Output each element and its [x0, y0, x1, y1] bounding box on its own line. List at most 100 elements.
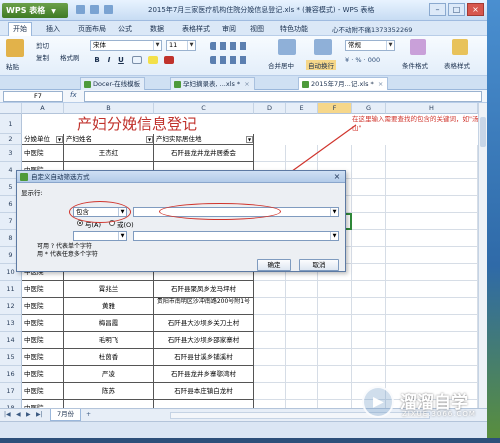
cell-unit[interactable]: 中医院 [22, 281, 64, 298]
empty-cell[interactable] [254, 400, 286, 408]
operator-select-2[interactable]: ▼ [73, 231, 127, 241]
doc-tab-docer[interactable]: Docer-在线模板 [80, 77, 146, 90]
empty-cell[interactable] [318, 281, 352, 298]
empty-cell[interactable] [352, 332, 386, 349]
empty-cell[interactable] [318, 349, 352, 366]
app-menu-button[interactable]: WPS 表格 ▼ [2, 3, 68, 18]
cell-name[interactable]: 严凌 [64, 366, 154, 383]
row-header[interactable]: 3 [0, 145, 22, 162]
ok-button[interactable]: 确定 [257, 259, 291, 271]
cell-addr[interactable]: 石阡县甘溪乡铺溪村 [154, 349, 254, 366]
tab-insert[interactable]: 插入 [46, 24, 60, 34]
cell-name[interactable]: 毛明飞 [64, 332, 154, 349]
cancel-button[interactable]: 取消 [299, 259, 339, 271]
empty-cell[interactable] [254, 383, 286, 400]
cell-name[interactable]: 梅昌霞 [64, 315, 154, 332]
cell-unit[interactable]: 中医院 [22, 349, 64, 366]
cell-unit[interactable]: 中医院 [22, 383, 64, 400]
scroll-thumb[interactable] [480, 117, 486, 147]
empty-cell[interactable] [318, 145, 352, 162]
merge-icon[interactable] [278, 39, 296, 55]
fx-icon[interactable]: fx [70, 91, 77, 99]
number-format-buttons[interactable]: ¥ · % · 000 [345, 56, 380, 64]
sheet-nav-first-icon[interactable]: |◀ [4, 411, 11, 418]
border-icon[interactable] [132, 56, 142, 64]
tab-features[interactable]: 特色功能 [280, 24, 308, 34]
save-icon[interactable] [76, 5, 85, 14]
fill-color-icon[interactable] [148, 56, 158, 64]
minimize-button[interactable]: – [429, 3, 446, 16]
empty-cell[interactable] [254, 298, 286, 315]
conditional-format-icon[interactable] [410, 39, 426, 55]
empty-cell[interactable] [254, 145, 286, 162]
empty-cell[interactable] [352, 366, 386, 383]
empty-cell[interactable] [254, 281, 286, 298]
underline-button[interactable]: U [116, 55, 126, 65]
cell-name[interactable]: 霄兆兰 [64, 281, 154, 298]
sheet-nav-last-icon[interactable]: ▶| [36, 411, 43, 418]
empty-cell[interactable] [386, 230, 478, 247]
wrap-icon[interactable] [314, 39, 332, 55]
empty-cell[interactable] [318, 315, 352, 332]
row-header[interactable]: 14 [0, 332, 22, 349]
empty-cell[interactable] [352, 179, 386, 196]
copy-button[interactable]: 复制 [36, 52, 49, 62]
cell-addr[interactable]: 石阡县本庄镇白龙村 [154, 383, 254, 400]
empty-cell[interactable] [318, 400, 352, 408]
redo-icon[interactable] [104, 5, 113, 14]
cell-name[interactable] [64, 400, 154, 408]
cell-addr[interactable]: 石阡县龙井乡寨鄂湾村 [154, 366, 254, 383]
empty-cell[interactable] [318, 332, 352, 349]
font-size-select[interactable]: 11 ▼ [166, 40, 196, 51]
cell-unit[interactable]: 中医院 [22, 400, 64, 408]
empty-cell[interactable] [386, 349, 478, 366]
empty-cell[interactable] [286, 315, 318, 332]
close-tab-icon[interactable]: × [244, 80, 249, 88]
font-name-select[interactable]: 宋体 ▼ [90, 40, 162, 51]
formula-input[interactable] [84, 91, 482, 102]
tab-table-style[interactable]: 表格样式 [182, 24, 210, 34]
filter-dropdown-icon[interactable]: ▼ [56, 136, 63, 143]
empty-cell[interactable] [352, 281, 386, 298]
empty-cell[interactable] [254, 332, 286, 349]
cell-unit[interactable]: 中医院 [22, 315, 64, 332]
empty-cell[interactable] [352, 230, 386, 247]
header-name[interactable]: 产妇姓名 [64, 134, 154, 145]
empty-cell[interactable] [352, 145, 386, 162]
wrap-text-button[interactable]: 自动换行 [306, 60, 336, 70]
close-button[interactable]: × [467, 3, 484, 16]
sheet-title[interactable]: 产妇分娩信息登记 [22, 114, 252, 134]
conditional-format-button[interactable]: 条件格式 [402, 60, 428, 70]
cell-name[interactable]: 黄雅 [64, 298, 154, 315]
col-header-g[interactable]: G [352, 103, 386, 114]
empty-cell[interactable] [386, 264, 478, 281]
col-header-h[interactable]: H [386, 103, 478, 114]
vertical-scrollbar[interactable] [478, 103, 487, 408]
empty-cell[interactable] [352, 162, 386, 179]
empty-cell[interactable] [286, 298, 318, 315]
paste-button[interactable]: 粘贴 [6, 61, 19, 71]
empty-cell[interactable] [386, 366, 478, 383]
sheet-nav-prev-icon[interactable]: ◀ [16, 411, 21, 418]
row-header[interactable]: 15 [0, 349, 22, 366]
doc-tab-extract[interactable]: 孕妇摘录表, ...xls * × [170, 77, 255, 90]
empty-cell[interactable] [318, 298, 352, 315]
tab-review[interactable]: 审阅 [222, 24, 236, 34]
empty-cell[interactable] [254, 315, 286, 332]
empty-cell[interactable] [352, 196, 386, 213]
cell-unit[interactable]: 中医院 [22, 145, 64, 162]
cut-button[interactable]: 剪切 [36, 40, 49, 50]
cell-addr[interactable]: 贵阳市南明区沙冲南路200号附1号 [154, 298, 254, 315]
row-header[interactable]: 2 [0, 134, 22, 145]
cell-unit[interactable]: 中医院 [22, 332, 64, 349]
empty-cell[interactable] [286, 366, 318, 383]
cell-addr[interactable]: 石阡县大沙坝乡关刀土村 [154, 315, 254, 332]
merge-center-button[interactable]: 合并居中 [268, 60, 294, 70]
header-address[interactable]: 产妇实际居住地 [154, 134, 254, 145]
tab-data[interactable]: 数据 [150, 24, 164, 34]
tab-home[interactable]: 开始 [8, 22, 32, 36]
cell-addr[interactable]: 石阡县聚凤乡龙马坪村 [154, 281, 254, 298]
empty-cell[interactable] [286, 383, 318, 400]
table-style-icon[interactable] [452, 39, 468, 55]
cell-addr[interactable]: 石阡县大沙坝乡邵家寨村 [154, 332, 254, 349]
